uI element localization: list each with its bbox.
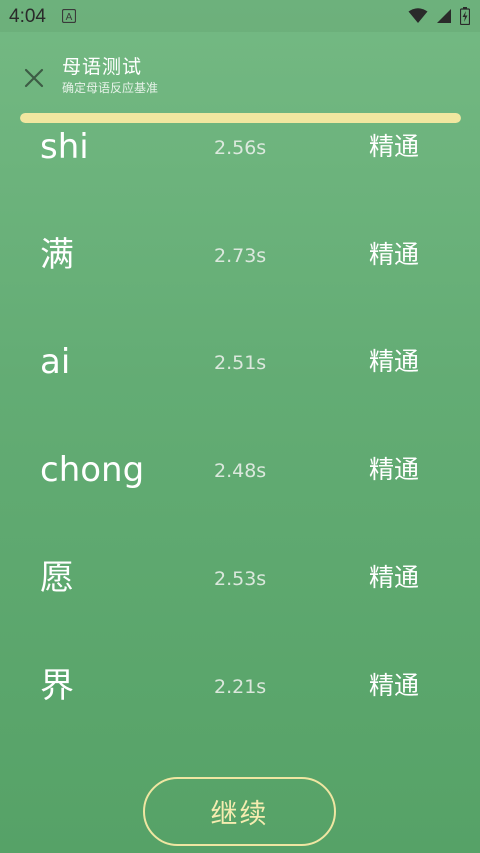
result-time: 2.21s	[214, 676, 267, 698]
result-row: shi 2.56s 精通	[0, 127, 480, 187]
result-row: 满 2.73s 精通	[0, 235, 480, 295]
close-icon	[24, 68, 44, 88]
result-word: shi	[40, 127, 89, 167]
result-level: 精通	[369, 563, 420, 592]
result-level: 精通	[369, 240, 420, 269]
status-bar: 4:04 A	[0, 0, 480, 32]
page-title: 母语测试	[62, 56, 143, 78]
result-word: ai	[40, 342, 71, 382]
result-row: 界 2.21s 精通	[0, 666, 480, 726]
result-word: chong	[40, 450, 145, 490]
result-time: 2.73s	[214, 245, 267, 267]
progress-bar	[20, 113, 461, 123]
app-notification-icon: A	[62, 9, 76, 23]
close-button[interactable]	[18, 62, 50, 94]
result-word: 愿	[40, 558, 74, 598]
result-time: 2.56s	[214, 137, 267, 159]
result-level: 精通	[369, 132, 420, 161]
result-time: 2.53s	[214, 568, 267, 590]
page-subtitle: 确定母语反应基准	[62, 81, 159, 95]
progress-fill	[20, 113, 461, 123]
status-time: 4:04	[9, 6, 46, 27]
result-time: 2.51s	[214, 352, 267, 374]
result-row: chong 2.48s 精通	[0, 450, 480, 510]
result-level: 精通	[369, 671, 420, 700]
result-word: 满	[40, 235, 74, 275]
result-level: 精通	[369, 455, 420, 484]
battery-icon	[460, 7, 470, 25]
result-time: 2.48s	[214, 460, 267, 482]
signal-icon	[437, 9, 451, 23]
result-word: 界	[40, 666, 74, 706]
wifi-icon	[408, 8, 428, 23]
result-level: 精通	[369, 347, 420, 376]
continue-button[interactable]: 继续	[143, 777, 336, 846]
result-row: 愿 2.53s 精通	[0, 558, 480, 618]
notification-letter: A	[66, 12, 73, 23]
result-row: ai 2.51s 精通	[0, 342, 480, 402]
